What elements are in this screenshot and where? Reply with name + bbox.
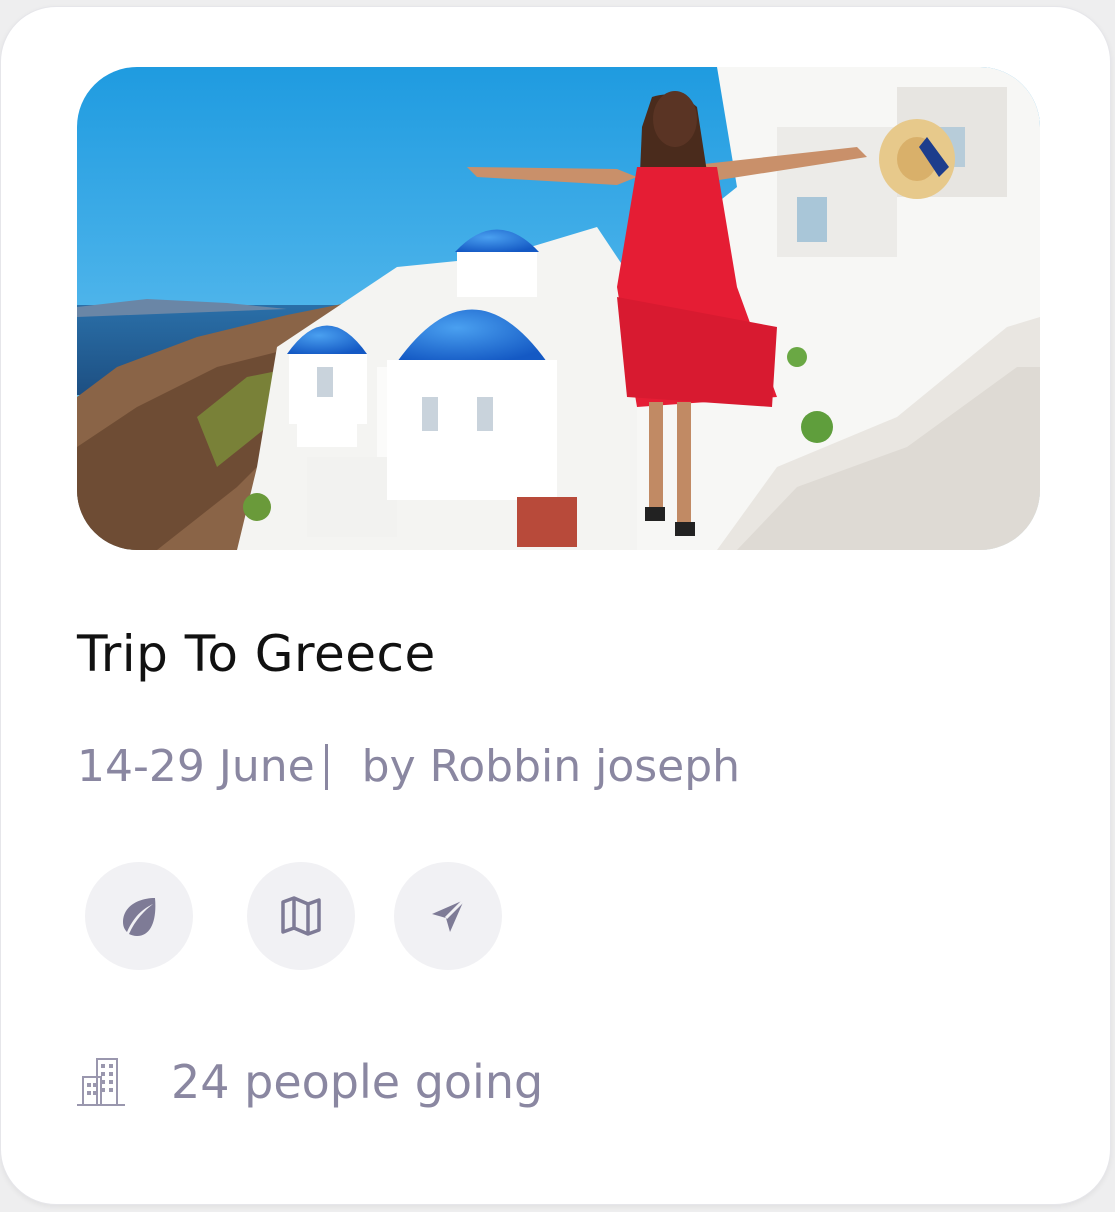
send-icon [432,898,466,932]
leaf-icon [123,898,156,936]
trip-action-buttons [1,862,601,972]
trip-meta: 14-29 June by Robbin joseph [77,741,740,792]
trip-hero-image [77,67,1040,550]
building-icon [77,1058,125,1106]
trip-author[interactable]: by Robbin joseph [362,741,740,792]
leaf-button[interactable] [85,862,193,970]
map-button[interactable] [247,862,355,970]
meta-divider [324,743,328,790]
trip-dates: 14-29 June [77,741,315,792]
people-going-count: 24 people going [171,1055,544,1109]
send-button[interactable] [394,862,502,970]
attendance-row: 24 people going [77,1055,543,1109]
trip-title: Trip To Greece [77,625,436,683]
trip-card[interactable]: Trip To Greece 14-29 June by Robbin jose… [0,6,1111,1205]
map-icon [281,896,321,936]
